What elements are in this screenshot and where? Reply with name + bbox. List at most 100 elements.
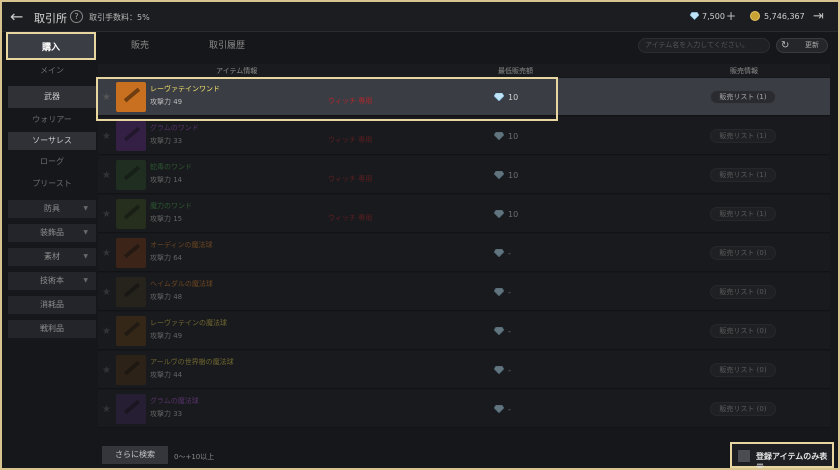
sidebar-item-label: 技術本 [40, 276, 64, 285]
sidebar-item-armor[interactable]: 防具 ▼ [8, 200, 96, 218]
sidebar-item-weapon[interactable]: 武器 [8, 86, 96, 108]
table-row[interactable]: ★ グラムの魔法球 攻撃力 33 - 販売リスト (0) [98, 390, 830, 428]
add-gems-button[interactable]: + [726, 9, 736, 23]
sidebar-item-main[interactable]: メイン [8, 64, 96, 78]
gem-icon [494, 132, 504, 140]
item-thumbnail [116, 199, 146, 229]
gold-amount: 5,746,367 [764, 12, 805, 21]
item-name: 魔力のワンド [150, 202, 192, 210]
sale-list-button[interactable]: 販売リスト (0) [710, 285, 776, 299]
item-name: オーディンの魔法球 [150, 241, 213, 249]
item-search-input[interactable]: アイテム名を入力してください。 [638, 38, 770, 53]
item-thumbnail [116, 160, 146, 190]
gem-icon [494, 288, 504, 296]
item-stat: 攻撃力 14 [150, 176, 183, 184]
item-name: レーヴァテインワンド [150, 85, 220, 93]
class-restriction: ウィッチ 専用 [328, 175, 373, 183]
sale-list-button[interactable]: 販売リスト (0) [710, 363, 776, 377]
sidebar-item-sorceress[interactable]: ソーサレス [8, 132, 96, 150]
show-registered-label: 登録アイテムのみ表示 [756, 452, 828, 470]
col-sale-info: 販売情報 [730, 67, 758, 75]
favorite-star-icon[interactable]: ★ [102, 131, 111, 142]
table-row[interactable]: ★ レーヴァテインワンド 攻撃力 49 ウィッチ 専用 10 販売リスト (1) [98, 78, 830, 116]
chevron-down-icon: ▼ [83, 277, 88, 284]
sidebar-item-consumable[interactable]: 消耗品 [8, 296, 96, 314]
item-thumbnail [116, 277, 146, 307]
item-name: アールヴの世界樹の魔法球 [150, 358, 234, 366]
sidebar-item-priest[interactable]: プリースト [8, 176, 96, 192]
item-thumbnail [116, 394, 146, 424]
gem-icon [494, 405, 504, 413]
min-price: - [508, 366, 511, 375]
sale-list-button[interactable]: 販売リスト (0) [710, 402, 776, 416]
table-row[interactable]: ★ 蛇毒のワンド 攻撃力 14 ウィッチ 専用 10 販売リスト (1) [98, 156, 830, 194]
table-row[interactable]: ★ 魔力のワンド 攻撃力 15 ウィッチ 専用 10 販売リスト (1) [98, 195, 830, 233]
sidebar-item-material[interactable]: 素材 ▼ [8, 248, 96, 266]
item-stat: 攻撃力 33 [150, 410, 183, 418]
min-price: - [508, 405, 511, 414]
gem-icon [690, 12, 699, 20]
min-price: 10 [508, 210, 519, 219]
sidebar-item-loot[interactable]: 戦利品 [8, 320, 96, 338]
checkbox[interactable] [738, 450, 750, 462]
table-row[interactable]: ★ レーヴァテインの魔法球 攻撃力 49 - 販売リスト (0) [98, 312, 830, 350]
favorite-star-icon[interactable]: ★ [102, 404, 111, 415]
favorite-star-icon[interactable]: ★ [102, 170, 111, 181]
show-registered-toggle[interactable]: 登録アイテムのみ表示 [730, 442, 834, 468]
favorite-star-icon[interactable]: ★ [102, 365, 111, 376]
item-stat: 攻撃力 33 [150, 137, 183, 145]
sidebar-item-label: 防具 [44, 204, 60, 213]
min-price: 10 [508, 132, 519, 141]
tab-sell[interactable]: 販売 [120, 32, 160, 60]
back-arrow-icon[interactable]: ← [10, 8, 30, 26]
chevron-down-icon: ▼ [83, 253, 88, 260]
table-row[interactable]: ★ オーディンの魔法球 攻撃力 64 - 販売リスト (0) [98, 234, 830, 272]
item-thumbnail [116, 238, 146, 268]
page-title: 取引所 [34, 12, 67, 25]
class-restriction: ウィッチ 専用 [328, 97, 373, 105]
table-row[interactable]: ★ グラムのワンド 攻撃力 33 ウィッチ 専用 10 販売リスト (1) [98, 117, 830, 155]
favorite-star-icon[interactable]: ★ [102, 92, 111, 103]
item-stat: 攻撃力 49 [150, 332, 183, 340]
fee-text: 取引手数料：5% [89, 13, 150, 22]
item-stat: 攻撃力 44 [150, 371, 183, 379]
item-stat: 攻撃力 49 [150, 98, 183, 106]
gem-icon [494, 366, 504, 374]
exit-icon[interactable]: ⇥ [813, 9, 824, 24]
tab-buy[interactable]: 購入 [6, 32, 96, 60]
top-bar: ← 取引所 ? 取引手数料：5% 7,500 + 5,746,367 ⇥ [2, 2, 838, 32]
min-price: - [508, 249, 511, 258]
item-name: グラムのワンド [150, 124, 199, 132]
refresh-button[interactable]: ↻ 更新 [776, 38, 828, 53]
sale-list-button[interactable]: 販売リスト (0) [710, 324, 776, 338]
gem-amount: 7,500 [702, 12, 725, 21]
sidebar-item-skillbook[interactable]: 技術本 ▼ [8, 272, 96, 290]
favorite-star-icon[interactable]: ★ [102, 326, 111, 337]
sale-list-button[interactable]: 販売リスト (0) [710, 246, 776, 260]
sale-list-button[interactable]: 販売リスト (1) [710, 168, 776, 182]
sidebar-item-warrior[interactable]: ウォリアー [8, 112, 96, 128]
item-list: ★ レーヴァテインワンド 攻撃力 49 ウィッチ 専用 10 販売リスト (1) ★ グラムの… [96, 77, 830, 428]
refresh-icon: ↻ [781, 40, 790, 51]
sale-list-button[interactable]: 販売リスト (1) [710, 207, 776, 221]
help-icon[interactable]: ? [70, 10, 83, 23]
item-stat: 攻撃力 48 [150, 293, 183, 301]
sale-list-button[interactable]: 販売リスト (1) [710, 129, 776, 143]
tab-history[interactable]: 取引履歴 [202, 32, 252, 60]
favorite-star-icon[interactable]: ★ [102, 209, 111, 220]
gold-coin-icon [750, 11, 760, 21]
more-search-button[interactable]: さらに検索 [102, 446, 168, 464]
sidebar-item-accessory[interactable]: 装飾品 ▼ [8, 224, 96, 242]
table-row[interactable]: ★ アールヴの世界樹の魔法球 攻撃力 44 - 販売リスト (0) [98, 351, 830, 389]
item-stat: 攻撃力 64 [150, 254, 183, 262]
col-item-info: アイテム情報 [216, 67, 258, 75]
favorite-star-icon[interactable]: ★ [102, 287, 111, 298]
favorite-star-icon[interactable]: ★ [102, 248, 111, 259]
sale-list-button[interactable]: 販売リスト (1) [710, 90, 776, 104]
gem-icon [494, 171, 504, 179]
sidebar-item-rogue[interactable]: ローグ [8, 154, 96, 170]
table-row[interactable]: ★ ヘイムダルの魔法球 攻撃力 48 - 販売リスト (0) [98, 273, 830, 311]
gem-icon [494, 210, 504, 218]
min-price: - [508, 288, 511, 297]
gem-icon [494, 93, 504, 101]
